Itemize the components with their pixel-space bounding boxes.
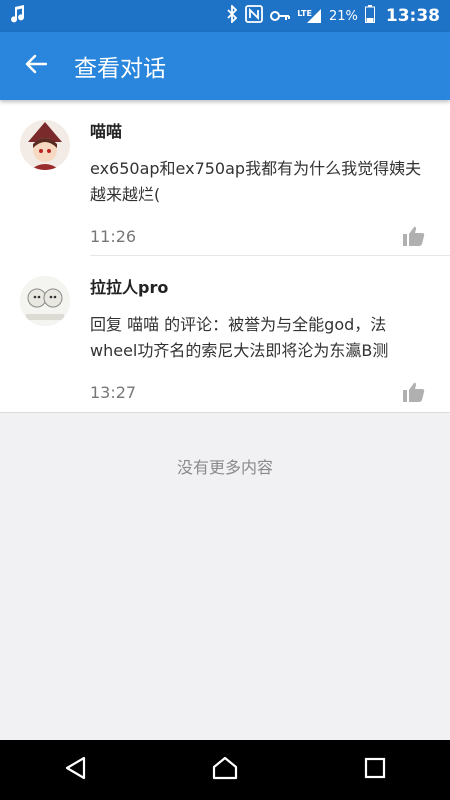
nav-home-button[interactable] (195, 740, 255, 800)
music-note-icon (10, 5, 26, 27)
bluetooth-icon (226, 3, 238, 27)
comment-text: 回复 喵喵 的评论：被誉为与全能god，法wheel功齐名的索尼大法即将沦为东瀛… (90, 315, 389, 360)
battery-percent: 21% (328, 8, 358, 24)
no-more-content-label: 没有更多内容 (176, 458, 273, 477)
network-label: LTE (297, 9, 312, 18)
thumbs-up-icon[interactable] (402, 224, 426, 248)
status-time: 13:38 (385, 6, 440, 26)
comment-time: 13:27 (90, 382, 137, 402)
recents-icon (364, 757, 386, 783)
comment-time: 11:26 (90, 226, 137, 246)
status-bar: LTE 21% 13:38 (0, 0, 450, 32)
key-icon (270, 7, 291, 26)
avatar[interactable] (20, 276, 70, 326)
comment-username[interactable]: 拉拉人pro (90, 276, 426, 300)
comment-text: ex650ap和ex750ap我都有为什么我觉得姨夫越来越烂( (90, 159, 422, 204)
system-nav-bar (0, 740, 450, 800)
home-icon (212, 756, 238, 784)
comment-item[interactable]: 拉拉人pro 回复 喵喵 的评论：被誉为与全能god，法wheel功齐名的索尼大… (0, 256, 450, 412)
nav-recents-button[interactable] (345, 740, 405, 800)
avatar[interactable] (20, 120, 70, 170)
battery-icon (364, 5, 375, 27)
comment-item[interactable]: 喵喵 ex650ap和ex750ap我都有为什么我觉得姨夫越来越烂( 11:26 (0, 100, 450, 256)
nfc-icon (245, 5, 264, 27)
page-title: 查看对话 (74, 56, 166, 82)
back-triangle-icon (64, 756, 86, 784)
thumbs-up-icon[interactable] (402, 380, 426, 404)
nav-back-button[interactable] (45, 740, 105, 800)
back-button[interactable] (18, 48, 54, 84)
comment-username[interactable]: 喵喵 (90, 120, 426, 144)
conversation-list: 喵喵 ex650ap和ex750ap我都有为什么我觉得姨夫越来越烂( 11:26 (0, 100, 450, 413)
app-bar: 查看对话 (0, 32, 450, 100)
arrow-left-icon (25, 54, 48, 78)
signal-icon: LTE (297, 8, 322, 24)
